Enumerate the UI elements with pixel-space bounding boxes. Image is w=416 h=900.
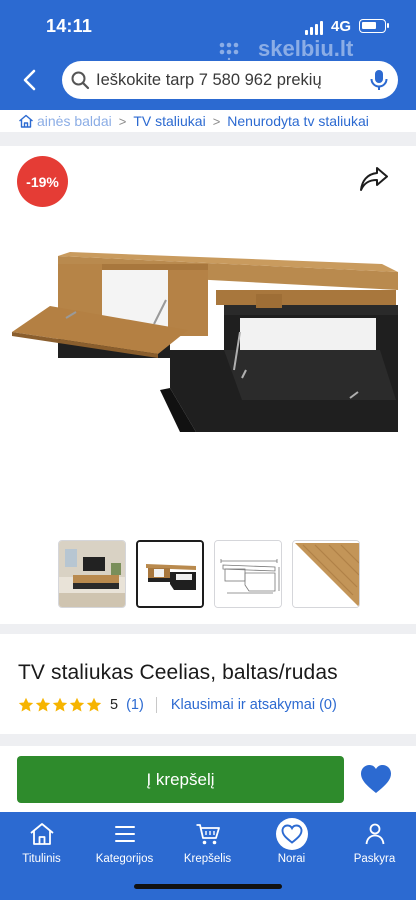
divider bbox=[0, 734, 416, 746]
product-title: TV staliukas Ceelias, baltas/rudas bbox=[18, 661, 338, 684]
add-to-cart-button[interactable]: Į krepšelį bbox=[17, 756, 344, 803]
rating-value: 5 bbox=[110, 697, 119, 713]
rating-stars bbox=[18, 697, 102, 713]
nav-label: Norai bbox=[277, 853, 306, 865]
thumbnail-product-photo[interactable] bbox=[136, 540, 204, 608]
star-icon bbox=[69, 697, 85, 712]
home-icon[interactable] bbox=[18, 114, 34, 128]
signal-icon bbox=[305, 21, 323, 35]
search-bar[interactable] bbox=[62, 61, 398, 99]
nav-item-categories[interactable]: Kategorijos bbox=[83, 812, 166, 872]
star-icon bbox=[35, 697, 51, 712]
cart-icon bbox=[192, 818, 224, 850]
nav-item-wishlist[interactable]: Norai bbox=[250, 812, 333, 872]
thumbnail-wood-swatch[interactable] bbox=[292, 540, 360, 608]
discount-badge: -19% bbox=[17, 156, 68, 207]
qa-link[interactable]: Klausimai ir atsakymai (0) bbox=[171, 697, 337, 713]
search-icon bbox=[71, 71, 90, 90]
battery-icon bbox=[359, 19, 389, 33]
divider bbox=[0, 132, 416, 146]
heart-icon bbox=[275, 818, 308, 850]
thumbnail-technical-drawing[interactable] bbox=[214, 540, 282, 608]
reviews-link[interactable]: (1) bbox=[126, 697, 144, 713]
microphone-icon[interactable] bbox=[367, 68, 391, 92]
product-image[interactable] bbox=[10, 250, 406, 440]
nav-label: Titulinis bbox=[22, 853, 61, 865]
nav-label: Krepšelis bbox=[183, 853, 232, 865]
thumbnail-strip bbox=[58, 540, 360, 608]
brand-logo-icon bbox=[219, 42, 239, 60]
brand-name: skelbiu.lt bbox=[258, 36, 354, 61]
search-input[interactable] bbox=[96, 61, 358, 99]
chevron-right-icon: > bbox=[212, 113, 221, 129]
chevron-left-icon bbox=[23, 69, 36, 91]
nav-item-home[interactable]: Titulinis bbox=[0, 812, 83, 872]
rating-row: 5 (1) Klausimai ir atsakymai (0) bbox=[18, 696, 337, 714]
star-icon bbox=[86, 697, 102, 712]
star-icon bbox=[52, 697, 68, 712]
breadcrumb-item[interactable]: Nenurodyta tv staliukai bbox=[227, 113, 369, 129]
nav-item-account[interactable]: Paskyra bbox=[333, 812, 416, 872]
breadcrumb-item[interactable]: TV staliukai bbox=[133, 113, 205, 129]
nav-item-cart[interactable]: Krepšelis bbox=[166, 812, 249, 872]
status-time: 14:11 bbox=[46, 16, 93, 36]
home-indicator bbox=[134, 884, 282, 889]
star-icon bbox=[18, 697, 34, 712]
home-icon bbox=[26, 818, 58, 850]
breadcrumb-item[interactable]: ainės baldai bbox=[37, 113, 112, 129]
divider bbox=[0, 624, 416, 634]
status-bar: 14:11 4G bbox=[0, 0, 416, 52]
nav-label: Paskyra bbox=[353, 853, 396, 865]
heart-icon[interactable] bbox=[359, 763, 393, 795]
chevron-right-icon: > bbox=[118, 113, 127, 129]
back-button[interactable] bbox=[14, 64, 46, 96]
breadcrumb: ainės baldai > TV staliukai > Nenurodyta… bbox=[0, 110, 416, 132]
menu-icon bbox=[109, 818, 141, 850]
network-type: 4G bbox=[331, 18, 352, 35]
nav-label: Kategorijos bbox=[95, 853, 154, 865]
thumbnail-room-photo[interactable] bbox=[58, 540, 126, 608]
user-icon bbox=[359, 818, 391, 850]
separator bbox=[155, 697, 157, 713]
share-icon[interactable] bbox=[358, 164, 390, 194]
